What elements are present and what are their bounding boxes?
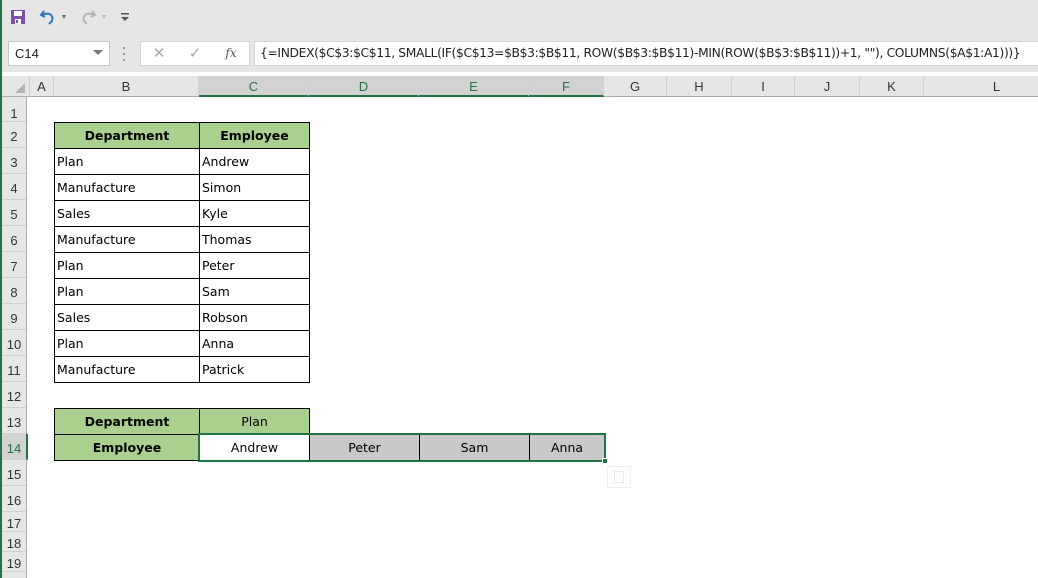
worksheet-grid[interactable]: ABCDEFGHIJKL 1 2 3 4 5 6 7 8 9 10 11 12 13 14 15 16 17 18… <box>0 72 1038 578</box>
column-header-j[interactable]: J <box>795 76 860 96</box>
customize-quick-access-icon[interactable] <box>120 8 130 26</box>
result-cell[interactable]: Peter <box>309 434 420 461</box>
employee-cell[interactable]: Kyle <box>199 200 310 227</box>
header-department[interactable]: Department <box>54 122 200 149</box>
row-header-2[interactable]: 2 <box>2 122 26 148</box>
insert-function-icon[interactable]: fx <box>219 46 243 66</box>
column-header-e[interactable]: E <box>419 76 529 97</box>
row-header-4[interactable]: 4 <box>2 174 26 200</box>
save-icon[interactable] <box>10 8 26 26</box>
employee-cell[interactable]: Simon <box>199 174 310 201</box>
column-header-b[interactable]: B <box>54 76 199 96</box>
employee-cell[interactable]: Peter <box>199 252 310 279</box>
row-header-18[interactable]: 18 <box>2 532 26 552</box>
row-header-8[interactable]: 8 <box>2 278 26 304</box>
row-header-5[interactable]: 5 <box>2 200 26 226</box>
column-headers: ABCDEFGHIJKL <box>2 76 1038 97</box>
column-header-a[interactable]: A <box>30 76 54 96</box>
row-header-10[interactable]: 10 <box>2 330 26 356</box>
row-header-17[interactable]: 17 <box>2 512 26 532</box>
department-cell[interactable]: Manufacture <box>54 174 200 201</box>
name-box-dropdown-icon[interactable] <box>93 50 103 55</box>
employee-cell[interactable]: Robson <box>199 304 310 331</box>
lookup-employee-label[interactable]: Employee <box>54 434 200 461</box>
name-box[interactable]: C14 <box>8 41 110 66</box>
row-headers: 1 2 3 4 5 6 7 8 9 10 11 12 13 14 15 16 17 18 19 <box>2 97 28 578</box>
department-cell[interactable]: Sales <box>54 200 200 227</box>
column-header-c[interactable]: C <box>199 76 309 97</box>
row-header-1[interactable]: 1 <box>2 101 26 122</box>
row-header-7[interactable]: 7 <box>2 252 26 278</box>
lookup-department-value[interactable]: Plan <box>199 408 310 435</box>
column-header-i[interactable]: I <box>732 76 795 96</box>
redo-icon[interactable] <box>78 8 98 26</box>
result-cell[interactable]: Andrew <box>199 434 310 461</box>
employee-cell[interactable]: Anna <box>199 330 310 357</box>
redo-dropdown-icon[interactable]: ▼ <box>100 8 108 26</box>
department-cell[interactable]: Plan <box>54 330 200 357</box>
quick-analysis-icon[interactable] <box>607 466 631 488</box>
row-header-6[interactable]: 6 <box>2 226 26 252</box>
formula-bar-buttons: ✕ ✓ fx <box>140 41 250 66</box>
quick-access-toolbar: ▼ ▼ <box>0 0 1038 36</box>
cancel-icon[interactable]: ✕ <box>147 44 171 64</box>
row-header-15[interactable]: 15 <box>2 460 26 486</box>
formula-bar-resize-handle[interactable] <box>123 47 126 61</box>
undo-icon[interactable] <box>38 8 58 26</box>
department-cell[interactable]: Manufacture <box>54 356 200 383</box>
formula-input[interactable]: {=INDEX($C$3:$C$11, SMALL(IF($C$13=$B$3:… <box>254 41 1038 66</box>
enter-icon[interactable]: ✓ <box>183 44 207 64</box>
employee-cell[interactable]: Patrick <box>199 356 310 383</box>
employee-cell[interactable]: Thomas <box>199 226 310 253</box>
column-header-k[interactable]: K <box>860 76 924 96</box>
column-header-h[interactable]: H <box>667 76 732 96</box>
row-header-3[interactable]: 3 <box>2 148 26 174</box>
header-employee[interactable]: Employee <box>199 122 310 149</box>
name-box-value: C14 <box>15 46 39 61</box>
department-cell[interactable]: Plan <box>54 278 200 305</box>
column-header-f[interactable]: F <box>529 76 604 97</box>
undo-dropdown-icon[interactable]: ▼ <box>60 8 68 26</box>
row-header-11[interactable]: 11 <box>2 356 26 382</box>
department-cell[interactable]: Sales <box>54 304 200 331</box>
select-all-button[interactable] <box>2 76 30 96</box>
formula-bar-row: C14 ✕ ✓ fx {=INDEX($C$3:$C$11, SMALL(IF(… <box>0 36 1038 72</box>
row-header-12[interactable]: 12 <box>2 382 26 408</box>
department-cell[interactable]: Manufacture <box>54 226 200 253</box>
department-cell[interactable]: Plan <box>54 148 200 175</box>
column-header-g[interactable]: G <box>604 76 667 96</box>
employee-cell[interactable]: Andrew <box>199 148 310 175</box>
column-header-d[interactable]: D <box>309 76 419 97</box>
row-header-16[interactable]: 16 <box>2 486 26 512</box>
row-header-14[interactable]: 14 <box>2 434 28 460</box>
row-header-19[interactable]: 19 <box>2 552 26 572</box>
employee-cell[interactable]: Sam <box>199 278 310 305</box>
row-header-13[interactable]: 13 <box>2 408 26 434</box>
row-header-9[interactable]: 9 <box>2 304 26 330</box>
fill-handle[interactable] <box>602 458 608 464</box>
result-cell[interactable]: Anna <box>529 434 605 461</box>
lookup-department-label[interactable]: Department <box>54 408 200 435</box>
result-cell[interactable]: Sam <box>419 434 530 461</box>
column-header-l[interactable]: L <box>924 76 1038 96</box>
department-cell[interactable]: Plan <box>54 252 200 279</box>
